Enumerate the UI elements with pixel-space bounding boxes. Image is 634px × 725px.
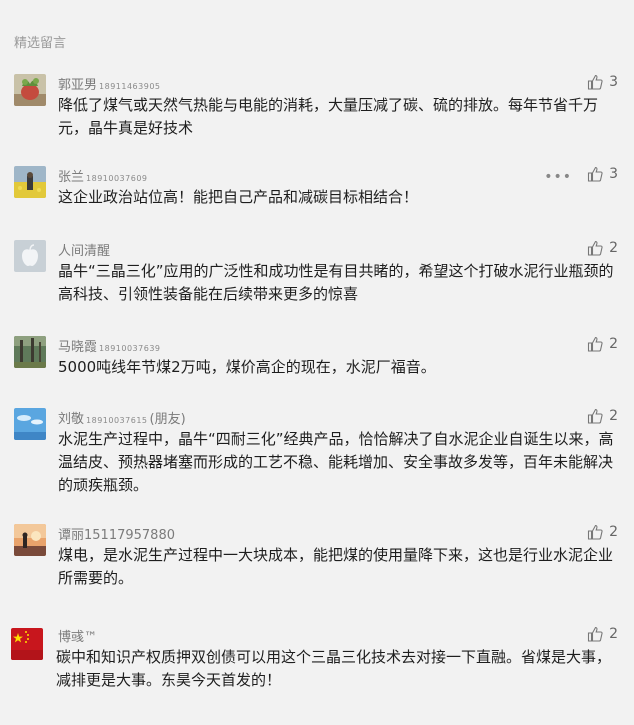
author-phone: 18910037639 — [99, 344, 161, 353]
like-count: 3 — [609, 74, 618, 90]
comment-author[interactable]: 人间清醒 — [58, 240, 110, 259]
like-button[interactable]: 3 — [587, 166, 618, 182]
author-name: 郭亚男 — [58, 78, 98, 93]
like-button[interactable]: 2 — [587, 336, 618, 352]
like-button[interactable]: 3 — [587, 74, 618, 90]
author-name: 马晓霞 — [58, 340, 98, 355]
author-name: 博彧™ — [58, 630, 98, 645]
comment-text: 晶牛“三晶三化”应用的广泛性和成功性是有目共睹的，希望这个打破水泥行业瓶颈的高科… — [58, 262, 614, 303]
like-count: 3 — [609, 166, 618, 182]
thumbs-up-icon — [588, 166, 603, 182]
comment-author[interactable]: 刘敬 18910037615 (朋友) — [58, 408, 186, 427]
author-phone: 18910037609 — [86, 174, 148, 183]
thumbs-up-icon — [588, 240, 603, 256]
author-name: 谭丽 — [58, 528, 85, 543]
thumbs-up-icon — [588, 626, 603, 642]
author-name: 张兰 — [58, 170, 85, 185]
like-count: 2 — [609, 408, 618, 424]
avatar[interactable] — [14, 408, 46, 440]
avatar[interactable] — [14, 240, 46, 272]
more-dots-icon[interactable]: ••• — [544, 169, 572, 185]
like-count: 2 — [609, 336, 618, 352]
comment-text: 煤电，是水泥生产过程中一大块成本，能把煤的使用量降下来，这也是行业水泥企业所需要… — [58, 546, 614, 587]
avatar[interactable] — [14, 524, 46, 556]
thumbs-up-icon — [588, 524, 603, 540]
like-button[interactable]: 2 — [587, 626, 618, 642]
comment-text: 这企业政治站位高！能把自己产品和减碳目标相结合！ — [58, 188, 419, 206]
comment-author[interactable]: 博彧™ — [58, 626, 97, 645]
thumbs-up-icon — [588, 74, 603, 90]
comment-text: 碳中和知识产权质押双创债可以用这个三晶三化技术去对接一下直融。省煤是大事，减排更… — [56, 648, 612, 689]
comment-text: 5000吨线年节煤2万吨，煤价高企的现在，水泥厂福音。 — [58, 358, 436, 376]
comment-author[interactable]: 谭丽15117957880 — [58, 524, 175, 543]
author-name: 人间清醒 — [58, 244, 111, 259]
like-count: 2 — [609, 626, 618, 642]
comment-author[interactable]: 马晓霞 18910037639 — [58, 336, 161, 355]
thumbs-up-icon — [588, 336, 603, 352]
comment-text: 水泥生产过程中，晶牛“四耐三化”经典产品，恰恰解决了自水泥企业自诞生以来，高温结… — [58, 430, 614, 494]
like-count: 2 — [609, 524, 618, 540]
avatar[interactable] — [14, 166, 46, 198]
like-button[interactable]: 2 — [587, 240, 618, 256]
author-phone: 15117957880 — [84, 528, 175, 543]
like-button[interactable]: 2 — [587, 524, 618, 540]
like-count: 2 — [609, 240, 618, 256]
comment-author[interactable]: 张兰 18910037609 — [58, 166, 148, 185]
comment-author[interactable]: 郭亚男 18911463905 — [58, 74, 161, 93]
author-phone: 18911463905 — [99, 82, 161, 91]
author-phone: 18910037615 — [86, 416, 148, 425]
thumbs-up-icon — [588, 408, 603, 424]
avatar[interactable] — [14, 336, 46, 368]
avatar[interactable] — [11, 628, 43, 660]
like-button[interactable]: 2 — [587, 408, 618, 424]
author-suffix: (朋友) — [149, 412, 186, 427]
comment-text: 降低了煤气或天然气热能与电能的消耗，大量压减了碳、硫的排放。每年节省千万元，晶牛… — [58, 96, 599, 137]
section-title: 精选留言 — [14, 36, 67, 51]
author-name: 刘敬 — [58, 412, 85, 427]
avatar[interactable] — [14, 74, 46, 106]
